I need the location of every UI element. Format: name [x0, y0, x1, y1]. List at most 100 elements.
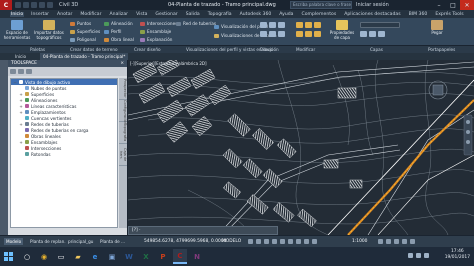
- rotate-icon[interactable]: [305, 22, 312, 28]
- open-icon[interactable]: [23, 2, 29, 8]
- command-line-input[interactable]: [?] ·: [128, 226, 278, 235]
- redo-icon[interactable]: [47, 2, 53, 8]
- ribbon-tab-5[interactable]: Vista: [135, 12, 148, 17]
- workspace-icon[interactable]: [378, 239, 383, 244]
- chrome-icon[interactable]: ◉: [37, 249, 51, 264]
- panel-layers[interactable]: Capas: [370, 47, 383, 52]
- toolspace-close-icon[interactable]: ×: [120, 61, 124, 66]
- layer-properties-button[interactable]: Propiedades de capa: [328, 20, 356, 44]
- ribbon-tab-13[interactable]: BIM 360: [408, 12, 429, 17]
- profile-button[interactable]: Perfil: [104, 29, 121, 34]
- network-icon[interactable]: [408, 253, 413, 258]
- workspace-selector[interactable]: Civil 3D: [59, 2, 78, 8]
- annotation-icon[interactable]: [312, 239, 317, 244]
- folder-icon[interactable]: ▰: [71, 249, 85, 264]
- edge-icon[interactable]: e: [88, 249, 102, 264]
- alignment-button[interactable]: Alineación: [104, 21, 133, 26]
- surfaces-button[interactable]: Superficies: [70, 29, 100, 34]
- ribbon-tab-8[interactable]: Topografía: [207, 12, 233, 17]
- start-tab[interactable]: Inicio: [12, 53, 29, 60]
- word-icon[interactable]: W: [122, 249, 136, 264]
- osnap-icon[interactable]: [280, 239, 285, 244]
- clean-screen-icon[interactable]: [402, 239, 407, 244]
- excel-icon[interactable]: X: [139, 249, 153, 264]
- panel-modify[interactable]: Modificar: [296, 47, 315, 52]
- panel-create-ground-data[interactable]: Crear datos de terreno: [70, 47, 118, 52]
- transparency-icon[interactable]: [296, 239, 301, 244]
- toolspace-vtab[interactable]: Configuración: [119, 100, 127, 124]
- grid-icon[interactable]: [248, 239, 253, 244]
- trim-icon[interactable]: [314, 22, 321, 28]
- section-views-button[interactable]: Visualizaciones de sección: [214, 33, 277, 38]
- ribbon-tab-2[interactable]: Anotar: [56, 12, 73, 17]
- expand-toggle-icon[interactable]: +: [19, 140, 23, 145]
- ribbon-tab-14[interactable]: Exprés Tools: [434, 12, 464, 17]
- keyboard-icon[interactable]: [424, 253, 429, 258]
- drawing-canvas[interactable]: [128, 60, 474, 235]
- layout-tab-2[interactable]: principal_gu: [66, 238, 95, 245]
- ribbon-tab-10[interactable]: Ayuda: [278, 12, 294, 17]
- model-space-button[interactable]: MODELO: [222, 239, 241, 244]
- traverse-button[interactable]: Poligonal: [70, 37, 96, 42]
- onenote-icon[interactable]: N: [190, 249, 204, 264]
- toolspace-side-strip[interactable]: [0, 60, 8, 235]
- toolspace-button[interactable]: Espacio de herramientas: [2, 20, 32, 44]
- copy-icon[interactable]: [296, 31, 303, 37]
- hardware-accel-icon[interactable]: [394, 239, 399, 244]
- move-icon[interactable]: [296, 22, 303, 28]
- expand-toggle-icon[interactable]: +: [19, 98, 23, 103]
- circle-icon[interactable]: [278, 22, 285, 28]
- start-button[interactable]: [2, 250, 16, 263]
- layout-tab-1[interactable]: Planta de replan.: [28, 238, 68, 245]
- assembly-button[interactable]: Ensamblaje: [140, 29, 171, 34]
- paste-button[interactable]: Pegar: [424, 20, 450, 44]
- panel-draw[interactable]: Dibujo: [260, 47, 273, 52]
- undo-icon[interactable]: [39, 2, 45, 8]
- layer-isolate-icon[interactable]: [369, 31, 376, 37]
- toolspace-vtab[interactable]: Prospector: [119, 78, 127, 100]
- layout-tab-model[interactable]: Modelo: [4, 238, 24, 245]
- panel-palettes[interactable]: Paletas: [30, 47, 45, 52]
- layer-off-icon[interactable]: [360, 31, 367, 37]
- ortho-icon[interactable]: [264, 239, 269, 244]
- corridor-button[interactable]: Obra lineal: [104, 37, 134, 42]
- panel-create-design[interactable]: Crear diseño: [134, 47, 161, 52]
- selection-cycling-icon[interactable]: [304, 239, 309, 244]
- maximize-button[interactable]: □: [446, 0, 460, 10]
- rectangle-icon[interactable]: [269, 31, 276, 37]
- ribbon-tab-9[interactable]: Autodesk 360: [239, 12, 273, 17]
- ribbon-tab-1[interactable]: Insertar: [30, 12, 50, 17]
- expand-toggle-icon[interactable]: −: [13, 80, 17, 85]
- lineweight-icon[interactable]: [288, 239, 293, 244]
- viewport-controls-label[interactable]: [-][Superior][Estructura alámbrica 2D]: [130, 61, 207, 66]
- customize-icon[interactable]: [410, 239, 415, 244]
- mirror-icon[interactable]: [305, 31, 312, 37]
- layer-freeze-icon[interactable]: [378, 31, 385, 37]
- isolate-icon[interactable]: [386, 239, 391, 244]
- ribbon-tab-7[interactable]: Salida: [185, 12, 201, 17]
- layer-dropdown[interactable]: [360, 22, 400, 28]
- pipe-network-button[interactable]: Red de tuberías: [176, 21, 216, 26]
- volume-icon[interactable]: [416, 253, 421, 258]
- expand-toggle-icon[interactable]: +: [19, 92, 23, 97]
- ribbon-tab-11[interactable]: Complementos: [301, 12, 338, 17]
- ribbon-tab-4[interactable]: Analizar: [109, 12, 130, 17]
- import-survey-button[interactable]: Importar datos topográficos: [34, 20, 64, 44]
- civil3d-app-icon[interactable]: C: [0, 0, 12, 10]
- snap-icon[interactable]: [256, 239, 261, 244]
- polar-icon[interactable]: [272, 239, 277, 244]
- system-clock[interactable]: 17:46 19/01/2017: [445, 249, 470, 261]
- close-button[interactable]: ✕: [460, 0, 474, 10]
- drawing-tab[interactable]: 04-Planta de trazado - Tramo principal*: [40, 53, 129, 60]
- expand-toggle-icon[interactable]: +: [19, 104, 23, 109]
- arc-icon[interactable]: [260, 31, 267, 37]
- expand-toggle-icon[interactable]: +: [19, 110, 23, 115]
- store-icon[interactable]: ▣: [105, 249, 119, 264]
- refresh-icon[interactable]: [18, 69, 24, 74]
- polyline-icon[interactable]: [269, 22, 276, 28]
- task-view-icon[interactable]: ▭: [54, 249, 68, 264]
- panel-clipboard[interactable]: Portapapeles: [428, 47, 455, 52]
- properties-icon[interactable]: [26, 69, 32, 74]
- new-icon[interactable]: [15, 2, 21, 8]
- hatch-icon[interactable]: [278, 31, 285, 37]
